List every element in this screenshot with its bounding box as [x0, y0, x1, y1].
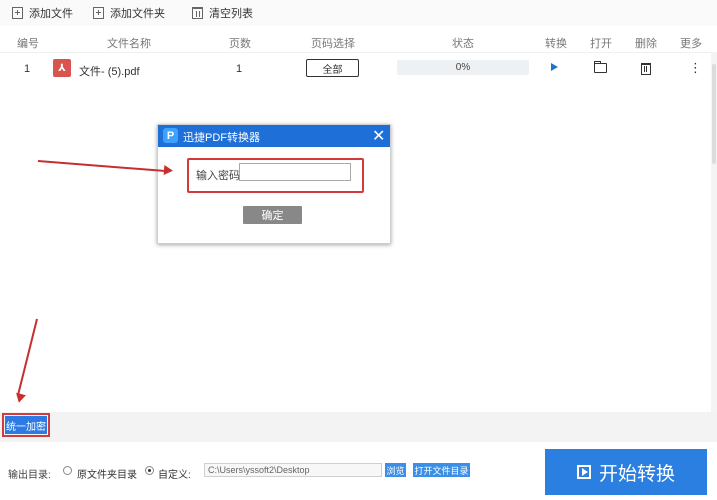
- add-folder-label: 添加文件夹: [110, 8, 165, 20]
- folder-open-icon[interactable]: [594, 61, 607, 73]
- annotation-arrow-head-2: [13, 392, 26, 404]
- play-icon[interactable]: [551, 63, 558, 71]
- add-file-label: 添加文件: [29, 8, 73, 20]
- source-folder-label: 原文件夹目录: [77, 470, 137, 481]
- start-convert-button[interactable]: 开始转换: [545, 449, 707, 495]
- add-file-button[interactable]: 添加文件: [12, 4, 73, 22]
- header-status: 状态: [452, 38, 474, 50]
- page-select-dropdown[interactable]: 全部: [306, 59, 359, 77]
- password-label: 输入密码: [196, 170, 240, 182]
- add-file-icon: [12, 7, 23, 19]
- confirm-button[interactable]: 确定: [243, 206, 302, 224]
- annotation-arrow-line: [37, 160, 166, 173]
- open-directory-button[interactable]: 打开文件目录: [413, 463, 470, 477]
- header-index: 编号: [17, 38, 39, 50]
- start-convert-label: 开始转换: [598, 463, 675, 485]
- password-input[interactable]: [239, 163, 351, 181]
- clear-list-button[interactable]: 清空列表: [192, 4, 253, 22]
- header-name: 文件名称: [107, 38, 151, 50]
- app-logo-icon: P: [163, 128, 178, 143]
- header-delete: 删除: [635, 38, 657, 50]
- radio-custom[interactable]: [145, 466, 154, 475]
- pdf-icon: ⅄: [53, 59, 71, 77]
- progress-bar: 0%: [397, 60, 529, 75]
- bottom-toolbar: [0, 412, 717, 442]
- delete-icon[interactable]: [641, 63, 651, 75]
- header-more: 更多: [680, 38, 702, 50]
- output-label: 输出目录:: [8, 470, 51, 481]
- table-header: 编号 文件名称 页数 页码选择 状态 转换 打开 删除 更多: [0, 30, 717, 53]
- close-icon[interactable]: ✕: [372, 126, 385, 146]
- custom-label: 自定义:: [158, 470, 191, 481]
- header-open: 打开: [590, 38, 612, 50]
- add-folder-icon: [93, 7, 104, 19]
- dialog-title: 迅捷PDF转换器: [183, 132, 260, 144]
- header-convert: 转换: [545, 38, 567, 50]
- annotation-arrow-head: [163, 165, 174, 176]
- annotation-arrow-line-2: [16, 318, 38, 397]
- row-index: 1: [24, 63, 31, 75]
- start-icon: [576, 465, 591, 479]
- browse-button[interactable]: 浏览: [385, 463, 406, 477]
- header-pages: 页数: [229, 38, 251, 50]
- row-file-name: 文件- (5).pdf: [79, 66, 140, 78]
- clear-list-label: 清空列表: [209, 8, 253, 20]
- toolbar: 添加文件 添加文件夹 清空列表: [0, 0, 717, 26]
- output-path-field[interactable]: C:\Users\yssoft2\Desktop: [204, 463, 382, 477]
- header-page-select: 页码选择: [311, 38, 355, 50]
- dialog-title-bar: P 迅捷PDF转换器 ✕: [158, 125, 390, 147]
- radio-source-folder[interactable]: [63, 466, 72, 475]
- scrollbar-thumb[interactable]: [712, 64, 716, 164]
- trash-icon: [192, 7, 203, 19]
- add-folder-button[interactable]: 添加文件夹: [93, 4, 165, 22]
- encrypt-all-button[interactable]: 统一加密: [2, 413, 50, 437]
- more-icon[interactable]: ⋮: [689, 60, 702, 76]
- row-pages: 1: [236, 63, 243, 75]
